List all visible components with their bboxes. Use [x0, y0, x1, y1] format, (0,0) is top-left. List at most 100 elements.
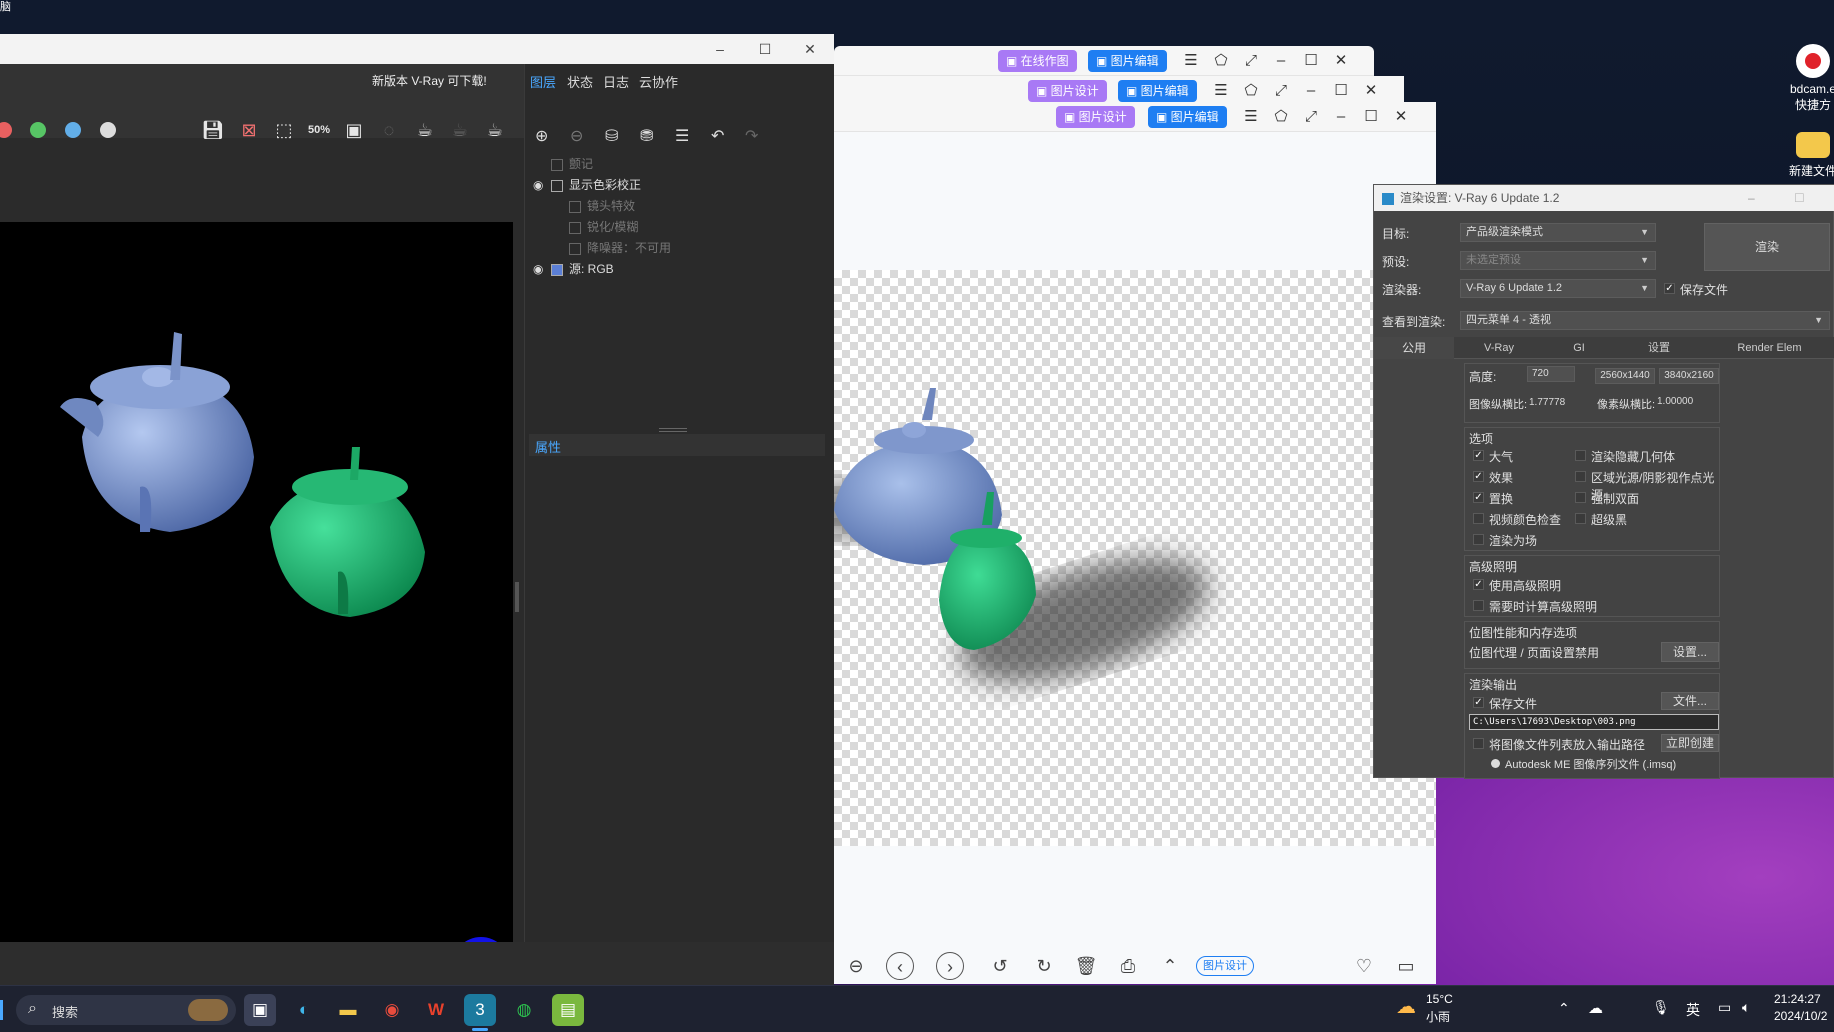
save-file-checkbox[interactable]: ✓ [1664, 283, 1675, 294]
clock-date[interactable]: 2024/10/2 [1774, 1009, 1827, 1023]
minimize-icon[interactable]: – [1330, 106, 1352, 128]
menu-icon[interactable]: ☰ [1180, 50, 1202, 72]
favorite-icon[interactable]: ♡ [1350, 952, 1378, 980]
viewer-titlebar[interactable]: ▣ 图片设计 ▣ 图片编辑 ☰ ⬠ ⤢ – ☐ ✕ [834, 102, 1436, 132]
stop-icon[interactable]: ☕︎ [447, 117, 473, 143]
eye-icon[interactable]: ◉ [533, 175, 551, 195]
chrome-icon[interactable]: ◉ [376, 994, 408, 1026]
output-save-file-checkbox[interactable]: ✓ [1473, 697, 1484, 708]
online-design-button[interactable]: ▣ 在线作图 [998, 50, 1077, 72]
close-icon[interactable]: ✕ [1360, 80, 1382, 102]
video-color-check-checkbox[interactable] [1473, 513, 1484, 524]
layer-item[interactable]: 镜头特效 [533, 196, 825, 216]
layer-item[interactable]: 颤记 [533, 154, 825, 174]
alpha-channel-icon[interactable] [100, 122, 116, 138]
notepad-icon[interactable]: ▤ [552, 994, 584, 1026]
save-layers-icon[interactable]: ⛁ [605, 126, 618, 146]
network-icon[interactable]: ▭ [1718, 999, 1731, 1016]
rotate-right-icon[interactable]: ↻ [1030, 952, 1058, 980]
ime-indicator[interactable]: 英 [1686, 1000, 1700, 1020]
3dsmax-taskbar-icon[interactable]: 3 [464, 994, 496, 1026]
atmospherics-checkbox[interactable]: ✓ [1473, 450, 1484, 461]
interactive-icon[interactable]: ◌ [376, 117, 402, 143]
chevron-up-icon[interactable]: ⌃ [1558, 1000, 1570, 1017]
bitmap-setup-button[interactable]: 设置... [1661, 642, 1719, 662]
load-layers-icon[interactable]: ⛃ [640, 126, 653, 146]
render-last-icon[interactable]: ☕︎ [482, 117, 508, 143]
render-icon[interactable]: ☕︎ [412, 117, 438, 143]
fullscreen-icon[interactable]: ⤢ [1270, 80, 1292, 102]
skin-icon[interactable]: ⬠ [1240, 80, 1262, 102]
desktop-icon-bdcam[interactable]: bdcam.e 快捷方 [1778, 44, 1834, 113]
target-dropdown[interactable]: 产品级渲染模式 ▼ [1460, 223, 1656, 242]
imsq-radio[interactable] [1491, 759, 1500, 768]
minimize-icon[interactable]: – [1748, 185, 1755, 211]
layer-item[interactable]: ◉ 源: RGB [533, 259, 825, 279]
up-arrow-icon[interactable]: ⌃ [1156, 952, 1184, 980]
tab-gi[interactable]: GI [1544, 337, 1614, 359]
output-file-button[interactable]: 文件... [1661, 692, 1719, 710]
render-to-fields-checkbox[interactable] [1473, 534, 1484, 545]
close-icon[interactable]: ✕ [1390, 106, 1412, 128]
maximize-icon[interactable]: ☐ [755, 39, 775, 59]
green-channel-icon[interactable] [30, 122, 46, 138]
tab-status[interactable]: 状态 [567, 72, 593, 91]
tab-vray[interactable]: V-Ray [1454, 337, 1544, 359]
layer-item[interactable]: ◉ 显示色彩校正 [533, 175, 825, 195]
task-view-icon[interactable]: ▣ [244, 994, 276, 1026]
image-design-tag[interactable]: 图片设计 [1196, 956, 1254, 976]
skin-icon[interactable]: ⬠ [1270, 106, 1292, 128]
volume-icon[interactable]: 🔈︎ [1742, 999, 1750, 1016]
blue-channel-icon[interactable] [65, 122, 81, 138]
image-edit-button[interactable]: ▣ 图片编辑 [1088, 50, 1167, 72]
menu-icon[interactable]: ☰ [1240, 106, 1262, 128]
wechat-icon[interactable]: ◍ [508, 994, 540, 1026]
menu-icon[interactable]: ☰ [1210, 80, 1232, 102]
weather-temperature[interactable]: 15°C [1426, 992, 1453, 1006]
save-icon[interactable]: 💾︎ [200, 117, 226, 143]
maximize-icon[interactable]: ☐ [1794, 185, 1805, 211]
zoom-50-icon[interactable]: 50% [306, 117, 332, 143]
folder-icon[interactable]: ▭ [1392, 952, 1420, 980]
region-icon[interactable]: ⬚ [271, 117, 297, 143]
viewport-scrollbar[interactable] [513, 222, 524, 942]
delete-icon[interactable]: 🗑 [1072, 952, 1100, 980]
eye-icon[interactable]: ◉ [533, 259, 551, 279]
render-button[interactable]: 渲染 [1704, 223, 1830, 271]
vfb-titlebar[interactable]: – ☐ ✕ [0, 34, 834, 64]
weather-icon[interactable]: ☁ [1396, 994, 1416, 1019]
layer-item[interactable]: 降噪器：不可用 [533, 238, 825, 258]
microphone-icon[interactable]: 🎙︎ [1652, 999, 1670, 1016]
create-now-button[interactable]: 立即创建 [1661, 734, 1719, 752]
zoom-out-icon[interactable]: ⊖ [842, 952, 870, 980]
clear-icon[interactable]: ⊠ [236, 117, 262, 143]
displacement-checkbox[interactable]: ✓ [1473, 492, 1484, 503]
render-viewport[interactable]: ➤ [0, 222, 513, 942]
maximize-icon[interactable]: ☐ [1330, 80, 1352, 102]
output-path-field[interactable]: C:\Users\17693\Desktop\003.png [1469, 714, 1719, 730]
pixel-aspect-value[interactable]: 1.00000 [1657, 396, 1693, 407]
height-spinner[interactable]: 720 [1527, 366, 1575, 382]
viewer-window-1-titlebar[interactable]: ▣ 在线作图 ▣ 图片编辑 ☰ ⬠ ⤢ – ☐ ✕ [834, 46, 1374, 76]
scrollbar-thumb[interactable] [515, 582, 519, 612]
layer-item[interactable]: 锐化/模糊 [533, 217, 825, 237]
edge-icon[interactable]: ◐ [288, 994, 320, 1026]
undo-icon[interactable]: ↶ [711, 126, 724, 146]
image-design-button[interactable]: ▣ 图片设计 [1028, 80, 1107, 102]
rotate-left-icon[interactable]: ↺ [986, 952, 1014, 980]
search-box[interactable]: ⌕ 搜索 [16, 995, 236, 1025]
area-lights-checkbox[interactable] [1575, 471, 1586, 482]
panel-splitter[interactable] [659, 428, 687, 432]
update-notice[interactable]: 新版本 V-Ray 可下载! [372, 72, 487, 89]
desktop-icon-new-folder[interactable]: 新建文件 [1778, 128, 1834, 179]
layer-list-icon[interactable]: ☰ [675, 126, 689, 146]
skin-icon[interactable]: ⬠ [1210, 50, 1232, 72]
print-icon[interactable]: ⎙ [1114, 952, 1142, 980]
force-2sided-checkbox[interactable] [1575, 492, 1586, 503]
preset-size-button[interactable]: 3840x2160 [1659, 368, 1719, 384]
add-layer-icon[interactable]: ⊕ [535, 126, 548, 146]
tab-cloud[interactable]: 云协作 [639, 72, 678, 91]
minimize-icon[interactable]: – [1300, 80, 1322, 102]
tab-log[interactable]: 日志 [603, 72, 629, 91]
output-list-checkbox[interactable] [1473, 738, 1484, 749]
